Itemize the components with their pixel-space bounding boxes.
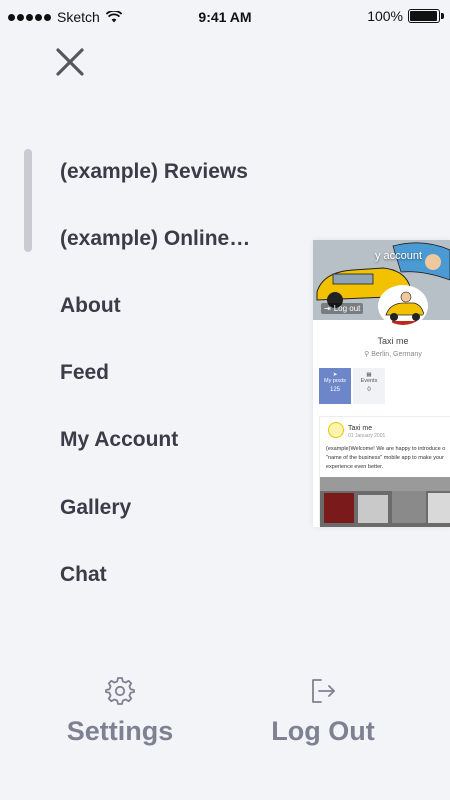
side-menu: (example) Reviews (example) Online… Abou… <box>60 138 265 608</box>
menu-item-about[interactable]: About <box>60 272 265 339</box>
close-icon <box>56 48 84 76</box>
menu-item-label: About <box>60 293 121 317</box>
stat-label: Events <box>360 378 378 384</box>
log-out-button[interactable]: Log Out <box>233 676 413 747</box>
menu-item-label: Gallery <box>60 495 132 519</box>
menu-item-label: (example) Online… <box>60 226 251 250</box>
status-bar: Sketch 9:41 AM 100% <box>0 0 450 34</box>
menu-item-my-account[interactable]: My Account <box>60 407 265 474</box>
scroll-indicator[interactable] <box>24 149 32 252</box>
logout-icon <box>312 679 335 703</box>
stat-value: 125 <box>329 387 340 393</box>
business-location-text: Berlin, Germany <box>371 351 422 358</box>
settings-label: Settings <box>66 716 174 746</box>
menu-item-reviews[interactable]: (example) Reviews <box>60 138 265 205</box>
post-author: Taxi me <box>348 425 373 432</box>
post-avatar <box>328 422 344 438</box>
post-date: 01 January 2001 <box>348 433 386 439</box>
feed-post[interactable]: Taxi me 01 January 2001 (example)Welcome… <box>319 416 450 527</box>
battery-icon <box>408 9 444 23</box>
stats-row: ➤ My posts 125 ▦ Events 0 <box>319 368 385 404</box>
stat-my-posts[interactable]: ➤ My posts 125 <box>319 368 351 404</box>
app-preview[interactable]: y account ⇥ Log out Taxi me ⚲ Berlin, Ge… <box>313 240 450 527</box>
business-location: ⚲ Berlin, Germany <box>313 350 450 358</box>
gear-icon <box>105 677 135 705</box>
menu-item-label: My Account <box>60 428 179 452</box>
menu-item-label: (example) Reviews <box>60 159 248 183</box>
menu-item-online[interactable]: (example) Online… <box>60 205 265 272</box>
post-photo <box>320 477 450 527</box>
stat-value: 0 <box>367 387 371 393</box>
menu-item-gallery[interactable]: Gallery <box>60 474 265 541</box>
battery-percent: 100% <box>367 8 403 24</box>
preview-logout-button[interactable]: ⇥ Log out <box>321 303 364 314</box>
menu-item-label: Feed <box>60 361 110 385</box>
menu-item-label: Chat <box>60 562 107 586</box>
log-out-label: Log Out <box>271 716 375 746</box>
status-right: 100% <box>367 8 444 24</box>
stat-events[interactable]: ▦ Events 0 <box>353 368 385 404</box>
cover-title: y account <box>375 250 423 262</box>
preview-logout-label: Log out <box>333 304 361 313</box>
mini-logout-icon: ⇥ <box>324 304 331 313</box>
business-name: Taxi me <box>377 336 409 346</box>
menu-item-chat[interactable]: Chat <box>60 541 265 608</box>
close-button[interactable] <box>52 44 88 80</box>
business-avatar <box>378 285 428 327</box>
settings-button[interactable]: Settings <box>30 676 210 747</box>
post-text: (example)Welcome! We are happy to introd… <box>326 446 446 470</box>
menu-item-feed[interactable]: Feed <box>60 340 265 407</box>
stat-label: My posts <box>323 378 346 384</box>
